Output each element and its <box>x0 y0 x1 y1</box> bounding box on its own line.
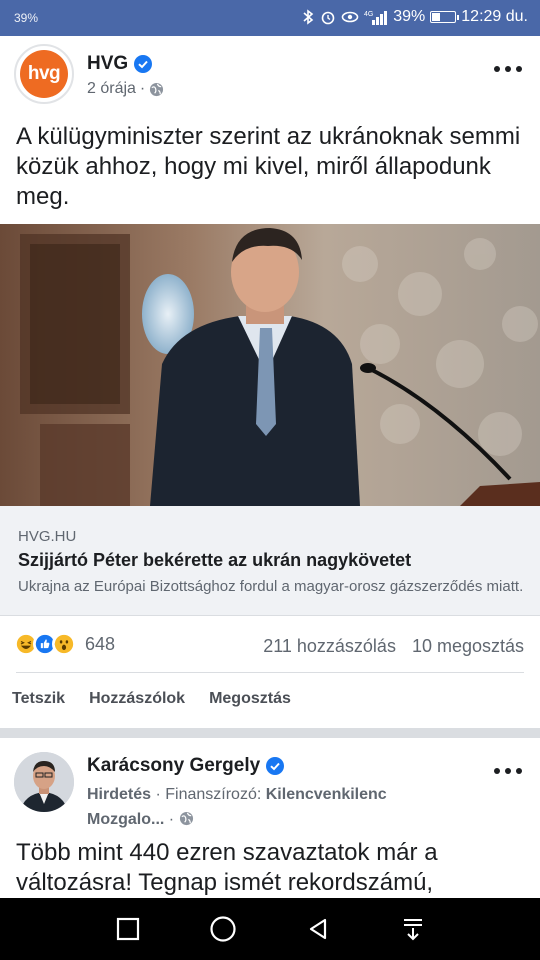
status-bar: 39% 4G 39% 12:29 du. <box>0 0 540 36</box>
clock: 12:29 du. <box>461 8 528 25</box>
battery-percent: 39% <box>393 8 426 25</box>
meta-separator: · <box>139 80 146 97</box>
globe-icon <box>179 811 193 826</box>
alarm-icon <box>321 11 335 25</box>
verified-badge-icon <box>134 55 153 73</box>
post-actions: Tetszik Hozzászólok Megosztás <box>12 690 291 708</box>
battery-icon <box>430 11 460 23</box>
more-options-button[interactable] <box>494 64 522 74</box>
sponsored-meta: Hirdetés · Finanszírozó: Kilencvenkilenc… <box>87 782 447 832</box>
funder-label: · Finanszírozó: <box>155 786 262 803</box>
recent-apps-button[interactable] <box>113 914 143 944</box>
globe-icon <box>150 82 164 96</box>
like-button[interactable]: Tetszik <box>12 690 65 708</box>
author-name[interactable]: Karácsony Gergely <box>87 755 260 777</box>
square-icon <box>116 917 139 941</box>
notification-panel-button[interactable] <box>398 914 428 944</box>
sponsored-label: Hirdetés <box>87 786 152 803</box>
pull-down-icon <box>403 919 422 941</box>
post-time[interactable]: 2 órája <box>87 80 136 98</box>
engagement-counts: 211 hozzászólás 10 megosztás <box>263 636 524 657</box>
post-meta: 2 órája · <box>87 80 164 98</box>
post-author[interactable]: HVG <box>87 53 153 75</box>
link-preview-image[interactable] <box>0 224 540 506</box>
sponsored-post: Karácsony Gergely Hirdetés · Finanszíroz… <box>0 738 540 898</box>
post-text: Több mint 440 ezren szavaztatok már a vá… <box>16 839 438 896</box>
meta-separator: · <box>168 811 175 828</box>
karacsony-avatar-photo <box>14 752 74 812</box>
link-title[interactable]: Szijjártó Péter bekérette az ukrán nagyk… <box>18 550 411 571</box>
szijjarto-photo <box>0 224 540 506</box>
back-button[interactable] <box>303 914 333 944</box>
link-preview[interactable]: HVG.HU Szijjártó Péter bekérette az ukrá… <box>0 506 540 616</box>
network-type-label: 4G <box>364 11 373 18</box>
verified-badge-icon <box>266 757 285 775</box>
shares-count[interactable]: 10 megosztás <box>412 636 524 657</box>
post-text: A külügyminiszter szerint az ukránoknak … <box>16 123 521 210</box>
share-button[interactable]: Megosztás <box>209 690 291 708</box>
feed-post: hvg HVG 2 órája · A külügyminiszter szer… <box>0 36 540 728</box>
notification-text: 39% <box>14 11 39 25</box>
post-author[interactable]: Karácsony Gergely <box>87 755 285 777</box>
wow-reaction-icon <box>52 632 76 656</box>
navigation-bar <box>0 898 540 960</box>
more-options-button[interactable] <box>494 766 522 776</box>
eye-icon <box>341 11 359 23</box>
post-separator <box>0 728 540 738</box>
comment-button[interactable]: Hozzászólok <box>89 690 185 708</box>
avatar[interactable] <box>14 752 74 812</box>
reaction-summary[interactable]: 648 <box>14 632 115 656</box>
reaction-count: 648 <box>85 633 116 654</box>
circle-icon <box>209 916 236 942</box>
status-icons: 4G 39% 12:29 du. <box>301 8 528 26</box>
divider <box>16 672 524 673</box>
home-button[interactable] <box>208 914 238 944</box>
author-name[interactable]: HVG <box>87 53 128 75</box>
link-description: Ukrajna az Európai Bizottsághoz fordul a… <box>18 578 524 595</box>
avatar[interactable]: hvg <box>14 44 74 104</box>
funder-name[interactable]: Kilencvenkilenc <box>266 786 387 803</box>
link-domain: HVG.HU <box>18 528 77 545</box>
signal-icon: 4G <box>364 11 388 25</box>
back-triangle-icon <box>309 918 326 940</box>
comments-count[interactable]: 211 hozzászólás <box>263 636 396 657</box>
bluetooth-icon <box>303 9 314 25</box>
funder-name-continued[interactable]: Mozgalo... <box>87 811 164 828</box>
hvg-logo: hvg <box>20 50 68 98</box>
